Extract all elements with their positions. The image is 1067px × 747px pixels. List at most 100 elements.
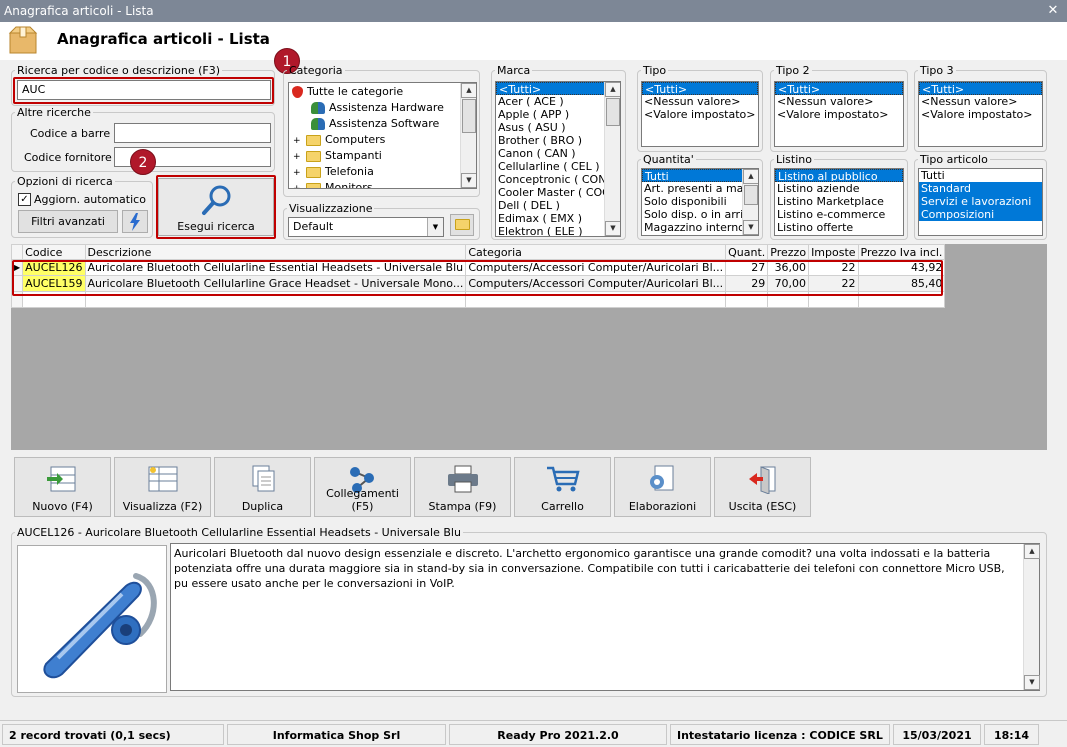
brand-item[interactable]: Cooler Master ( COO ) [496,186,620,199]
article-type-item[interactable]: Standard [919,182,1042,195]
tipo-item[interactable]: <Tutti> [642,82,758,95]
scroll-up-icon[interactable]: ▲ [743,169,758,184]
quantity-item[interactable]: Art. presenti a magazzino [642,182,743,195]
description-scrollbar[interactable]: ▲ ▼ [1023,544,1040,690]
chevron-down-icon[interactable]: ▼ [427,218,443,236]
quantity-scrollbar[interactable]: ▲ ▼ [742,169,758,235]
open-folder-button[interactable] [450,214,474,236]
view-button[interactable]: Visualizza (F2) [114,457,211,517]
brand-item[interactable]: Apple ( APP ) [496,108,620,121]
scroll-down-icon[interactable]: ▼ [1024,675,1040,690]
column-header[interactable]: Codice [22,244,86,260]
scroll-down-icon[interactable]: ▼ [461,173,476,188]
pricelist-item[interactable]: Listino e-commerce [775,208,903,221]
advanced-filters-button[interactable]: Filtri avanzati [18,210,118,233]
cart-button-label: Carrello [541,500,584,513]
tipo-item[interactable]: <Valore impostato> [642,108,758,121]
brand-item[interactable]: Brother ( BRO ) [496,134,620,147]
tipo2-item[interactable]: <Tutti> [775,82,903,95]
expand-icon[interactable]: + [293,133,302,149]
quantity-item[interactable]: Solo disp. o in arrivo [642,208,743,221]
tipo3-item[interactable]: <Nessun valore> [919,95,1042,108]
tipo-item[interactable]: <Nessun valore> [642,95,758,108]
brand-item[interactable]: Elektron ( ELE ) [496,225,620,236]
cart-button[interactable]: Carrello [514,457,611,517]
auto-update-checkbox[interactable]: ✓ [18,193,31,206]
article-type-item[interactable]: Composizioni [919,208,1042,221]
pricelist-item[interactable]: Listino aziende [775,182,903,195]
scroll-up-icon[interactable]: ▲ [1024,544,1040,559]
scroll-up-icon[interactable]: ▲ [461,83,476,98]
column-header[interactable]: Quant. [725,244,769,260]
exit-button[interactable]: Uscita (ESC) [714,457,811,517]
scroll-thumb[interactable] [462,99,476,133]
brand-item[interactable]: Acer ( ACE ) [496,95,620,108]
print-button[interactable]: Stampa (F9) [414,457,511,517]
tree-item-monitors[interactable]: + Monitors [293,180,373,188]
view-select-value: Default [293,220,334,233]
pricelist-item[interactable]: Listino offerte [775,221,903,234]
tipo-list[interactable]: <Tutti> <Nessun valore> <Valore impostat… [641,81,759,147]
brand-item[interactable]: Asus ( ASU ) [496,121,620,134]
expand-icon[interactable]: + [293,149,302,165]
close-icon[interactable]: ✕ [1045,0,1061,22]
scroll-down-icon[interactable]: ▼ [605,221,620,236]
tipo2-list[interactable]: <Tutti> <Nessun valore> <Valore impostat… [774,81,904,147]
column-header[interactable]: Imposte [808,244,859,260]
description-textarea[interactable]: Auricolari Bluetooth dal nuovo design es… [170,543,1040,691]
processing-button[interactable]: Elaborazioni [614,457,711,517]
article-type-item[interactable]: Tutti [919,169,1042,182]
column-header[interactable]: Descrizione [84,244,467,260]
quantity-list[interactable]: Tutti Art. presenti a magazzino Solo dis… [641,168,759,236]
brand-item[interactable]: Edimax ( EMX ) [496,212,620,225]
tree-item-all[interactable]: Tutte le categorie [292,84,403,100]
tipo2-item[interactable]: <Valore impostato> [775,108,903,121]
column-header[interactable]: Categoria [465,244,727,260]
column-header[interactable]: Prezzo Iva incl. [857,244,946,260]
status-date: 15/03/2021 [893,724,981,745]
scroll-down-icon[interactable]: ▼ [743,220,758,235]
pricelist-item[interactable]: Listino al pubblico [775,169,903,182]
quantity-item[interactable]: Solo disponibili [642,195,758,208]
tipo3-list[interactable]: <Tutti> <Nessun valore> <Valore impostat… [918,81,1043,147]
brand-item[interactable]: Conceptronic ( CON ) [496,173,620,186]
pricelist-list[interactable]: Listino al pubblico Listino aziende List… [774,168,904,236]
scroll-thumb[interactable] [744,185,758,205]
pricelist-item[interactable]: Listino Marketplace [775,195,903,208]
barcode-input[interactable] [114,123,271,143]
tipo3-item[interactable]: <Tutti> [919,82,1042,95]
brand-list[interactable]: <Tutti> Acer ( ACE ) Apple ( APP ) Asus … [495,81,621,237]
brand-item[interactable]: <Tutti> [496,82,605,95]
annotation-box-run-search [156,175,276,239]
expand-icon[interactable]: + [293,181,302,188]
links-button[interactable]: Collegamenti (F5) [314,457,411,517]
quantity-item[interactable]: Tutti [642,169,743,182]
view-select[interactable]: Default ▼ [288,217,444,237]
quantity-item[interactable]: Magazzino interno [642,221,758,234]
expand-icon[interactable]: + [293,165,302,181]
search-options-legend: Opzioni di ricerca [17,175,113,188]
brand-scrollbar[interactable]: ▲ ▼ [604,82,620,236]
tree-item-phones[interactable]: + Telefonia [293,164,374,180]
column-header[interactable]: Prezzo [767,244,810,260]
tipo2-item[interactable]: <Nessun valore> [775,95,903,108]
tree-item-computers[interactable]: + Computers [293,132,385,148]
new-button[interactable]: Nuovo (F4) [14,457,111,517]
brand-item[interactable]: Cellularline ( CEL ) [496,160,620,173]
category-scrollbar[interactable]: ▲ ▼ [460,83,476,188]
product-image [17,545,167,693]
tree-item-hardware[interactable]: Assistenza Hardware [311,100,444,116]
tree-item-printers[interactable]: + Stampanti [293,148,382,164]
duplicate-button[interactable]: Duplica [214,457,311,517]
scroll-up-icon[interactable]: ▲ [605,82,620,97]
article-type-list[interactable]: Tutti Standard Servizi e lavorazioni Com… [918,168,1043,236]
quick-filter-button[interactable] [122,210,148,233]
category-tree[interactable]: Tutte le categorie Assistenza Hardware A… [288,82,477,189]
tipo3-item[interactable]: <Valore impostato> [919,108,1042,121]
brand-item[interactable]: Dell ( DEL ) [496,199,620,212]
scroll-thumb[interactable] [606,98,620,126]
brand-item[interactable]: Canon ( CAN ) [496,147,620,160]
row-indicator-header [10,244,24,260]
tree-item-software[interactable]: Assistenza Software [311,116,439,132]
article-type-item[interactable]: Servizi e lavorazioni [919,195,1042,208]
